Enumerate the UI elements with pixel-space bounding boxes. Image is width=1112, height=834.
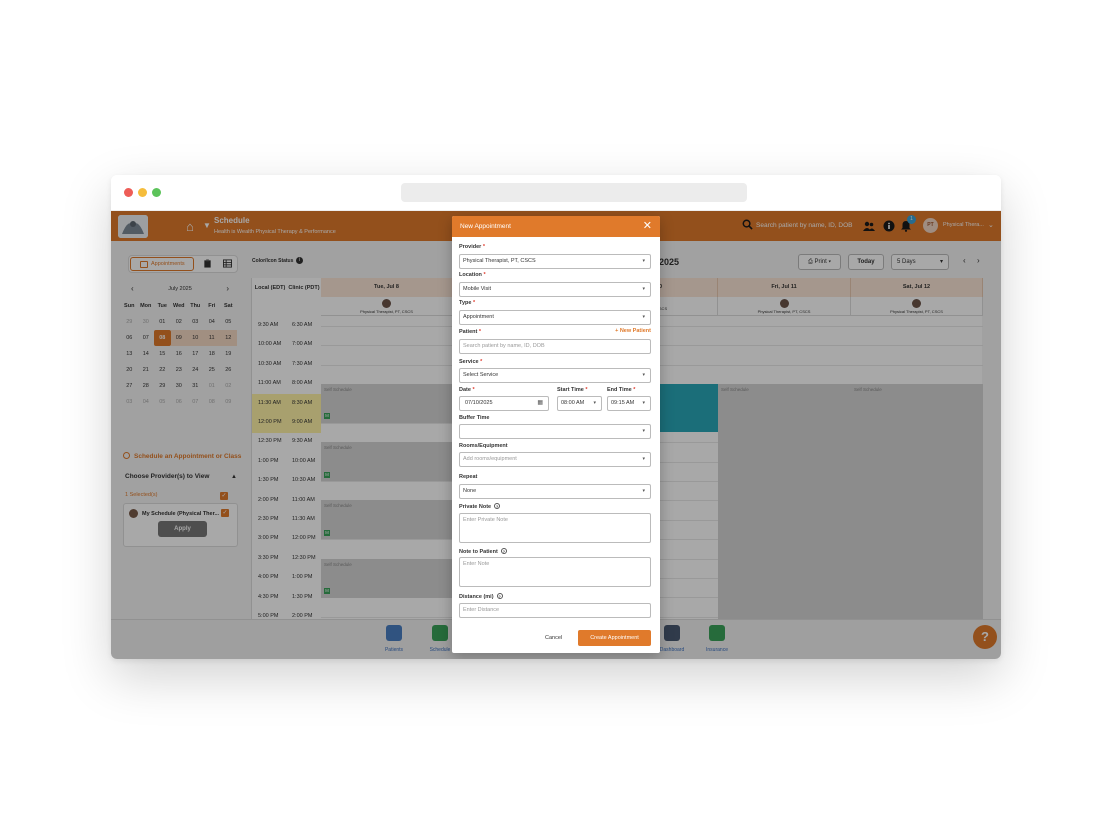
rooms-select[interactable]: Add rooms/equipment ▾	[459, 452, 651, 467]
buffer-time-label: Buffer Time	[459, 415, 490, 421]
modal-header: New Appointment ✕	[452, 216, 660, 237]
type-label: Type *	[459, 300, 476, 306]
date-field[interactable]: 07/10/2025 ▦	[459, 396, 549, 411]
private-note-field[interactable]: Enter Private Note	[459, 513, 651, 543]
help-icon: ?	[494, 503, 501, 509]
provider-select[interactable]: Physical Therapist, PT, CSCS ▾	[459, 254, 651, 269]
distance-label: Distance (mi)?	[459, 593, 503, 600]
new-patient-link[interactable]: + New Patient	[615, 328, 651, 334]
app-root: ⌂ ▼ Schedule Health is Wealth Physical T…	[111, 211, 1001, 659]
end-time-label: End Time *	[607, 387, 636, 393]
chevron-down-icon: ▾	[593, 400, 596, 406]
chevron-down-icon: ▾	[642, 372, 645, 378]
new-appointment-modal: New Appointment ✕ Provider * Physical Th…	[452, 216, 660, 653]
patient-search-field[interactable]: Search patient by name, ID, DOB	[459, 339, 651, 354]
patient-label: Patient *	[459, 329, 482, 335]
chevron-down-icon: ▾	[642, 456, 645, 462]
chevron-down-icon: ▾	[642, 286, 645, 292]
date-label: Date *	[459, 387, 475, 393]
note-to-patient-field[interactable]: Enter Note	[459, 557, 651, 587]
modal-title: New Appointment	[460, 223, 511, 230]
note-to-patient-label: Note to Patient?	[459, 548, 507, 555]
location-label: Location *	[459, 272, 486, 278]
address-bar[interactable]	[401, 183, 747, 202]
chevron-down-icon: ▾	[642, 314, 645, 320]
chevron-down-icon: ▾	[642, 488, 645, 494]
start-time-select[interactable]: 08:00 AM ▾	[557, 396, 602, 411]
repeat-select[interactable]: None ▾	[459, 484, 651, 499]
buffer-time-select[interactable]: ▾	[459, 424, 651, 439]
service-label: Service *	[459, 359, 483, 365]
help-icon: ?	[500, 548, 507, 554]
repeat-label: Repeat	[459, 474, 478, 480]
type-select[interactable]: Appointment ▾	[459, 310, 651, 325]
start-time-label: Start Time *	[557, 387, 588, 393]
browser-window: ⌂ ▼ Schedule Health is Wealth Physical T…	[111, 175, 1001, 659]
browser-toolbar	[111, 175, 1001, 211]
service-select[interactable]: Select Service ▾	[459, 368, 651, 383]
chevron-down-icon: ▾	[642, 258, 645, 264]
location-select[interactable]: Mobile Visit ▾	[459, 282, 651, 297]
provider-label: Provider *	[459, 244, 485, 250]
minimize-window-dot[interactable]	[138, 188, 147, 197]
rooms-label: Rooms/Equipment	[459, 443, 508, 449]
chevron-down-icon: ▾	[642, 428, 645, 434]
close-icon[interactable]: ✕	[643, 220, 652, 232]
calendar-icon: ▦	[537, 400, 543, 406]
distance-field[interactable]: Enter Distance	[459, 603, 651, 618]
cancel-button[interactable]: Cancel	[545, 635, 562, 641]
plus-icon: +	[615, 328, 619, 334]
chevron-down-icon: ▾	[642, 400, 645, 406]
private-note-label: Private Note?	[459, 503, 501, 510]
end-time-select[interactable]: 09:15 AM ▾	[607, 396, 651, 411]
maximize-window-dot[interactable]	[152, 188, 161, 197]
help-icon: ?	[496, 593, 503, 599]
close-window-dot[interactable]	[124, 188, 133, 197]
create-appointment-button[interactable]: Create Appointment	[578, 630, 651, 646]
